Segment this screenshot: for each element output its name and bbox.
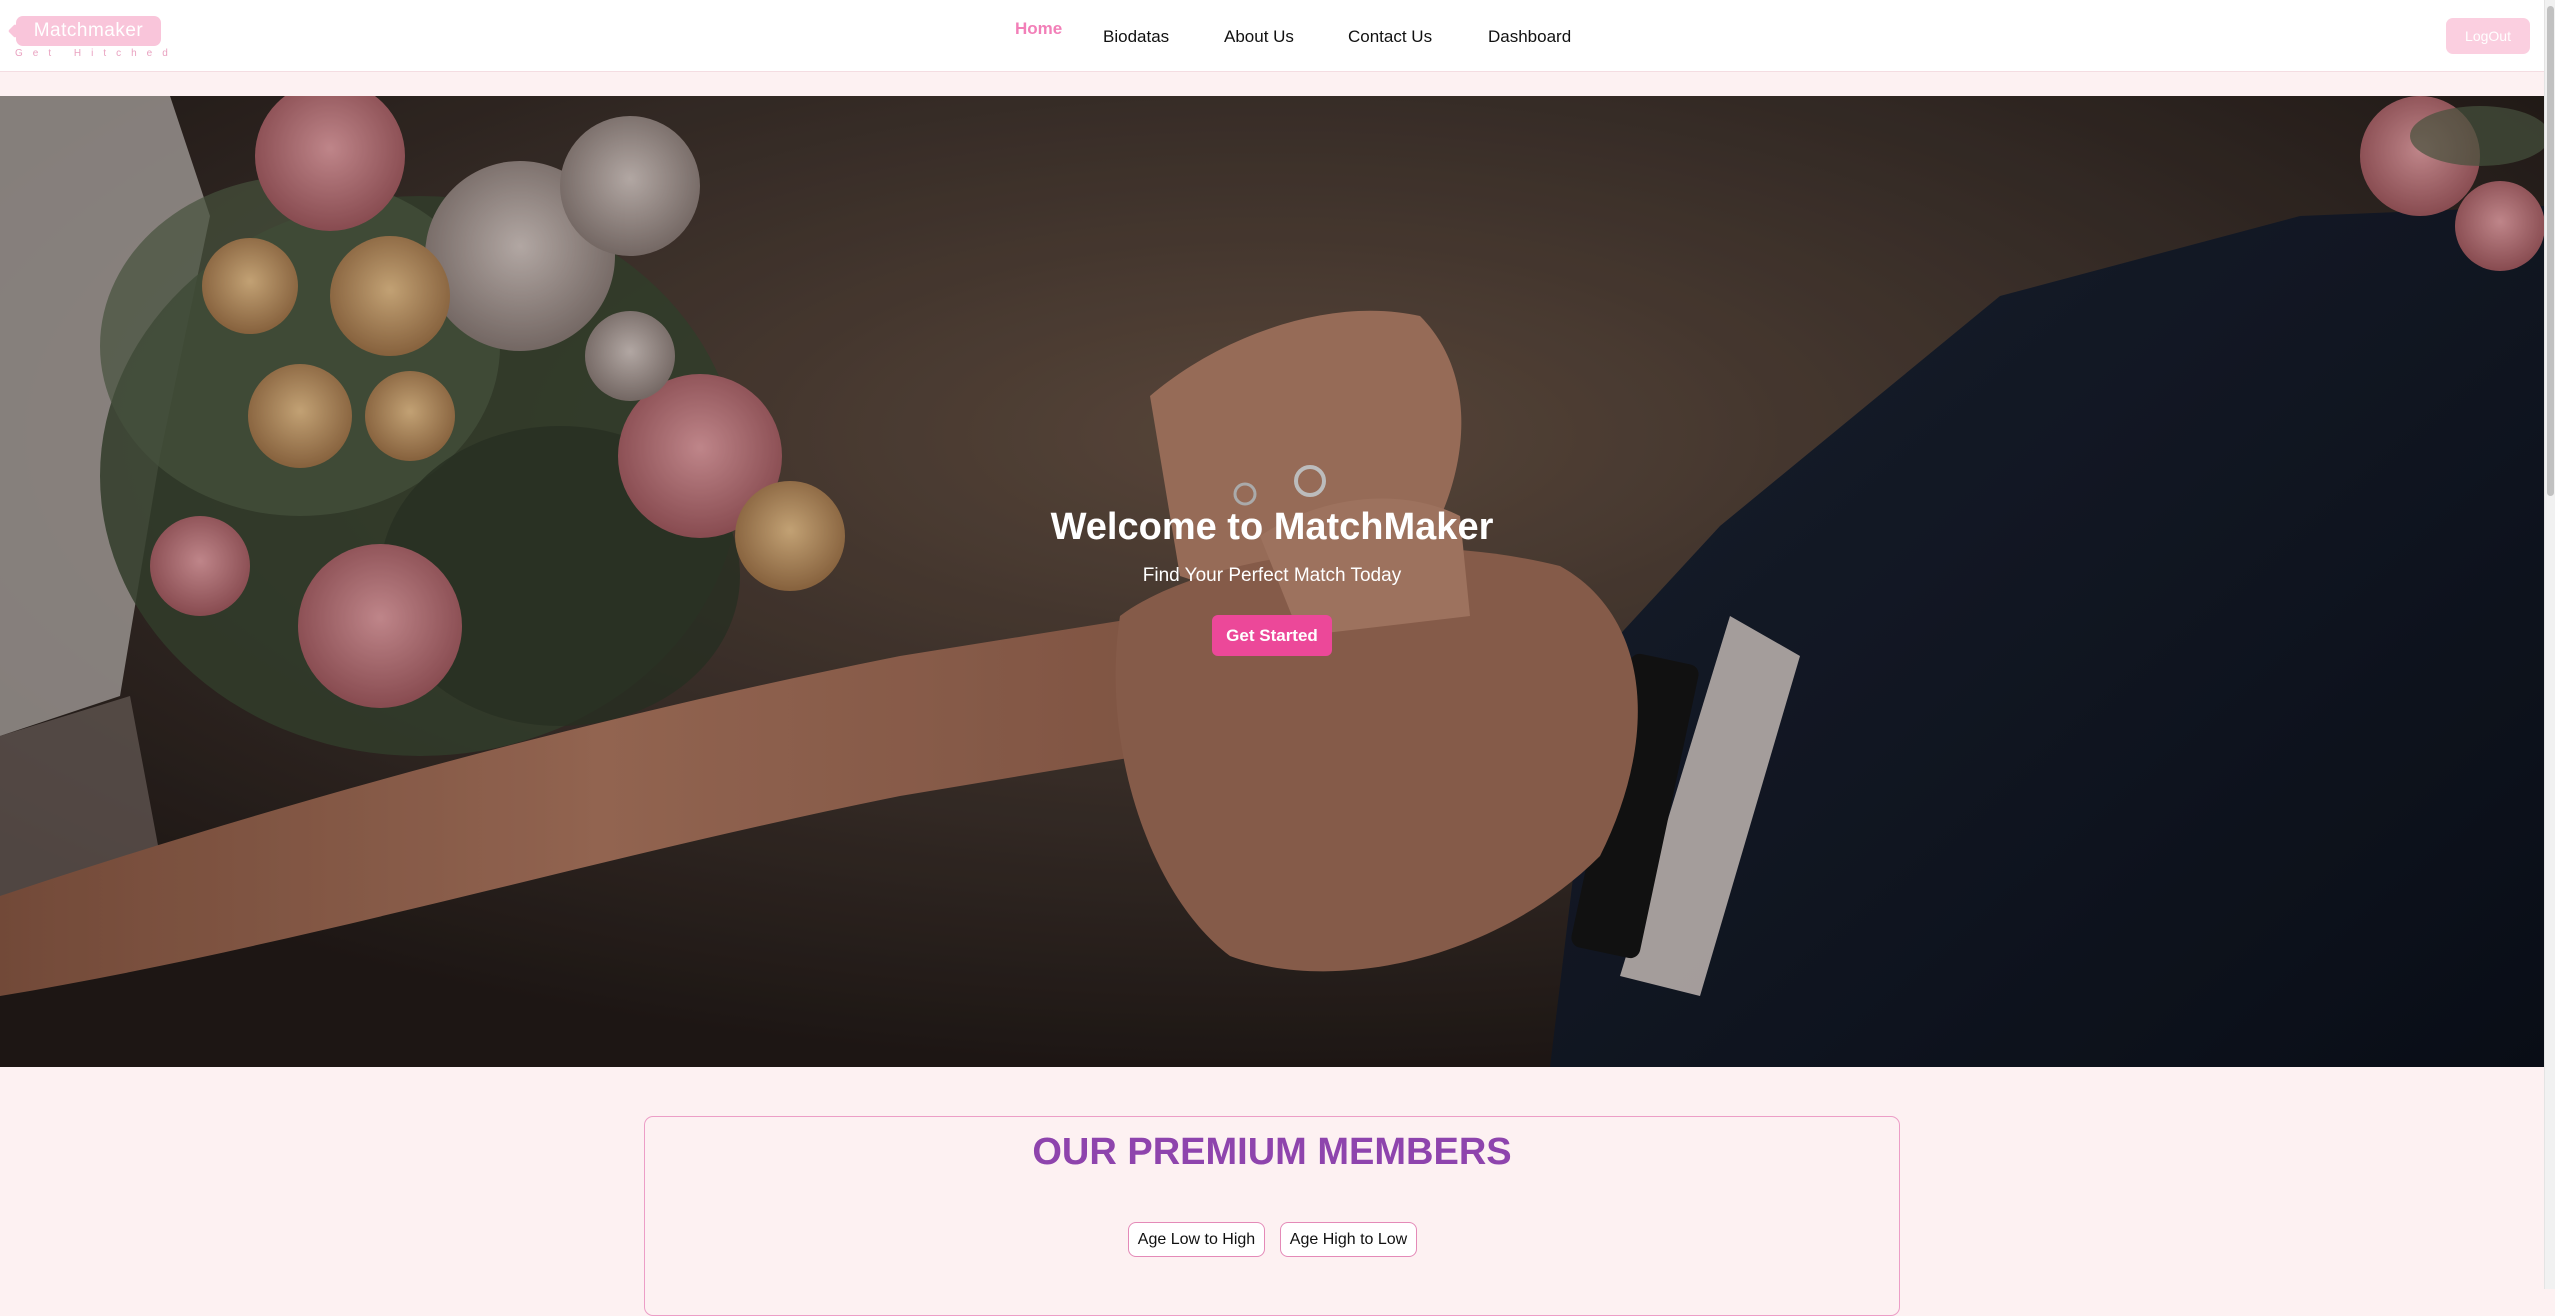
sort-age-high-to-low-button[interactable]: Age High to Low: [1280, 1222, 1417, 1257]
brand-logo[interactable]: Matchmaker Get Hitched: [13, 14, 168, 60]
nav-link-dashboard[interactable]: Dashboard: [1488, 27, 1571, 47]
hero-banner: Welcome to MatchMaker Find Your Perfect …: [0, 96, 2544, 1067]
navbar: Matchmaker Get Hitched Home Biodatas Abo…: [0, 0, 2544, 72]
sort-age-low-to-high-button[interactable]: Age Low to High: [1128, 1222, 1265, 1257]
page-scrollbar[interactable]: [2544, 0, 2555, 1289]
premium-members-title: OUR PREMIUM MEMBERS: [1032, 1131, 1512, 1173]
logout-button[interactable]: LogOut: [2446, 18, 2530, 54]
nav-link-contact-us[interactable]: Contact Us: [1348, 27, 1432, 47]
scrollbar-thumb[interactable]: [2547, 6, 2554, 496]
hero-title: Welcome to MatchMaker: [1050, 506, 1494, 548]
hero-subtitle: Find Your Perfect Match Today: [1142, 565, 1402, 586]
nav-link-home[interactable]: Home: [1015, 19, 1062, 39]
nav-link-biodatas[interactable]: Biodatas: [1103, 27, 1169, 47]
nav-link-about-us[interactable]: About Us: [1224, 27, 1294, 47]
get-started-button[interactable]: Get Started: [1212, 615, 1332, 656]
brand-tagline: Get Hitched: [15, 48, 178, 59]
premium-members-section: OUR PREMIUM MEMBERS Age Low to High Age …: [644, 1116, 1900, 1316]
brand-name: Matchmaker: [16, 16, 161, 46]
